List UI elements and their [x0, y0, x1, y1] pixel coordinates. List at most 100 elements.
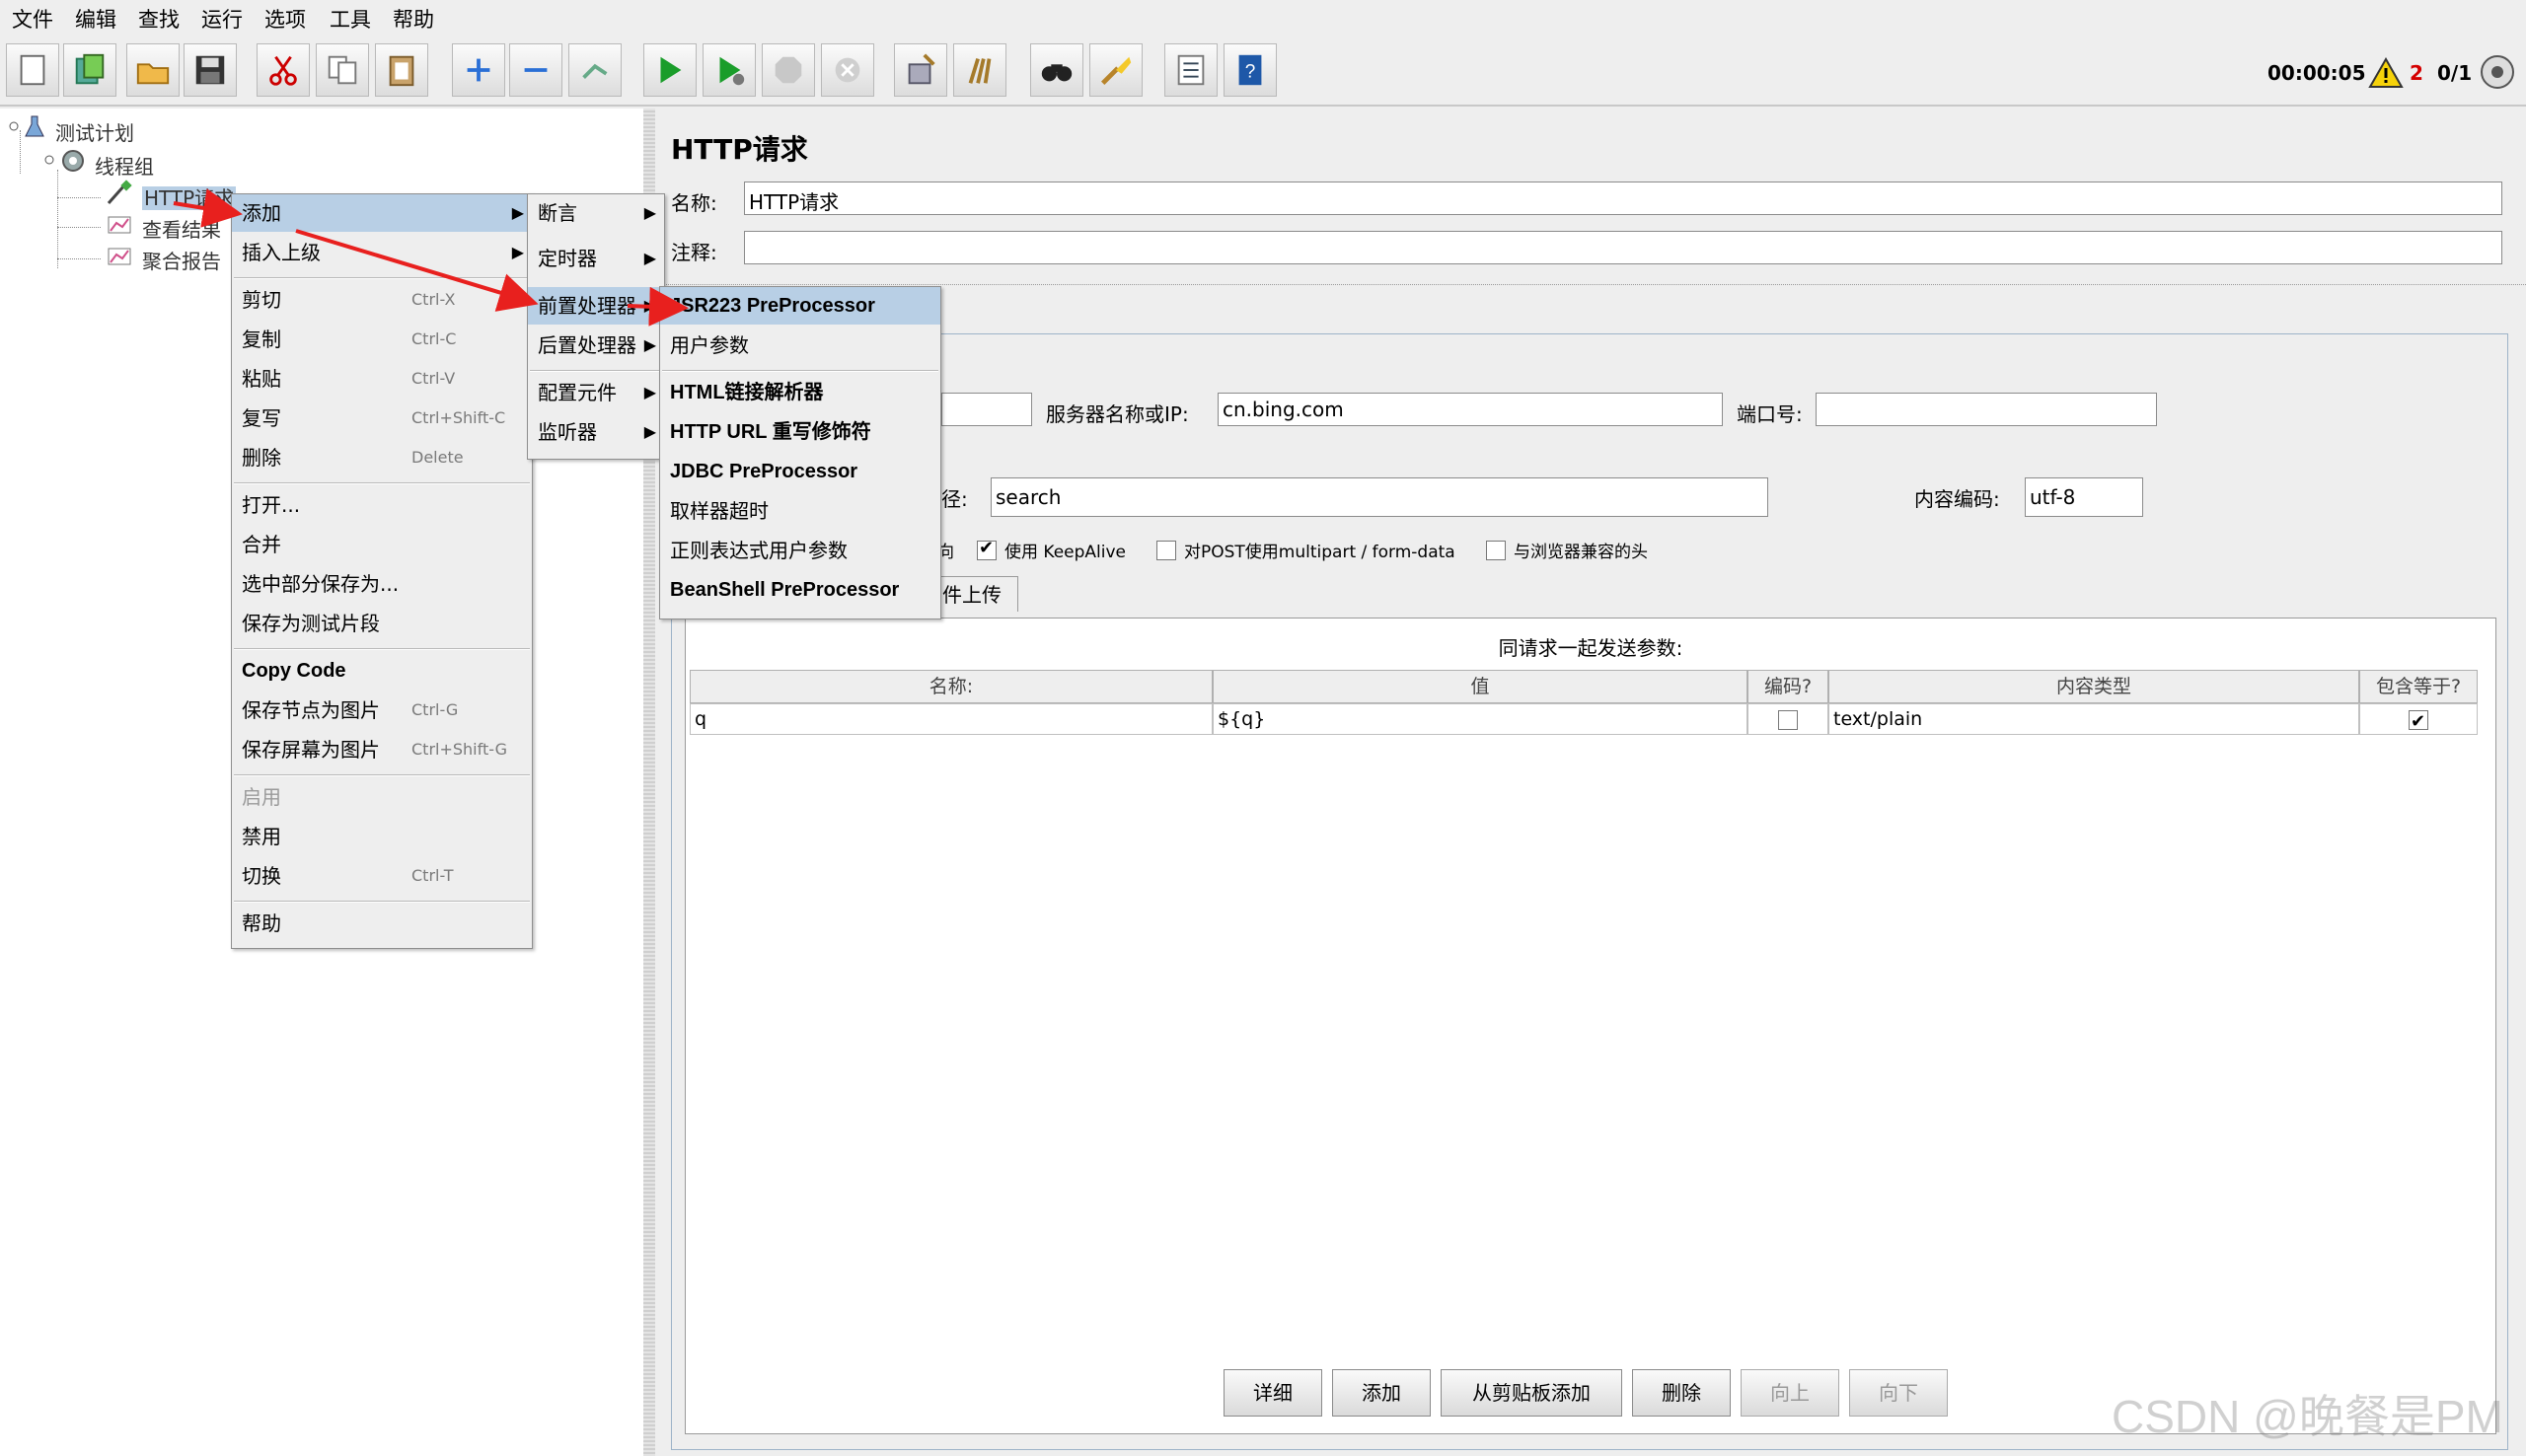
column-header-name[interactable]: 名称:	[690, 670, 1213, 703]
table-cell-name[interactable]: q	[690, 703, 1213, 735]
submenu-item-assertions[interactable]: 断言 ▶	[528, 194, 664, 232]
clear-all-icon[interactable]	[953, 43, 1006, 97]
copy-icon[interactable]	[316, 43, 369, 97]
menu-edit[interactable]: 编辑	[75, 4, 116, 34]
search-icon[interactable]	[1030, 43, 1083, 97]
menu-item-insert-parent[interactable]: 插入上级 ▶	[232, 234, 532, 271]
templates-icon[interactable]	[63, 43, 116, 97]
name-label: 名称:	[671, 191, 717, 215]
menu-search[interactable]: 查找	[138, 4, 180, 34]
tree-node-aggregate-report[interactable]: 聚合报告	[105, 243, 221, 274]
menu-item-help[interactable]: 帮助	[232, 905, 532, 942]
column-header-content-type[interactable]: 内容类型	[1828, 670, 2359, 703]
column-header-include-equals[interactable]: 包含等于?	[2359, 670, 2478, 703]
multipart-option[interactable]: 对POST使用multipart / form-data	[1156, 538, 1455, 562]
menu-item-save-fragment[interactable]: 保存为测试片段	[232, 605, 532, 642]
paste-icon[interactable]	[375, 43, 428, 97]
tab-file-upload[interactable]: 件上传	[929, 576, 1018, 612]
menu-item-copy[interactable]: 复制 Ctrl-C	[232, 321, 532, 358]
menu-item-merge[interactable]: 合并	[232, 526, 532, 563]
path-field[interactable]: search	[991, 477, 1768, 517]
submenu-item-sample-timeout[interactable]: 取样器超时	[660, 492, 940, 530]
submenu-item-jsr223-preprocessor[interactable]: JSR223 PreProcessor	[660, 287, 940, 325]
collapse-icon[interactable]	[509, 43, 562, 97]
menu-item-copy-code[interactable]: Copy Code	[232, 652, 532, 690]
reset-search-icon[interactable]	[1089, 43, 1143, 97]
comment-field[interactable]	[744, 231, 2502, 264]
toggle-icon[interactable]	[568, 43, 622, 97]
menu-item-save-selection[interactable]: 选中部分保存为...	[232, 565, 532, 603]
table-cell-include-equals[interactable]	[2359, 703, 2478, 737]
menu-item-enable[interactable]: 启用	[232, 778, 532, 816]
encode-checkbox[interactable]	[1778, 709, 1798, 730]
warning-count: 2	[2410, 61, 2423, 85]
column-header-encode[interactable]: 编码?	[1747, 670, 1828, 703]
menu-file[interactable]: 文件	[12, 4, 53, 34]
tree-node-test-plan[interactable]: 测试计划	[8, 114, 134, 146]
submenu-item-user-parameters[interactable]: 用户参数	[660, 327, 940, 364]
cut-icon[interactable]	[257, 43, 310, 97]
submenu-item-html-link-parser[interactable]: HTML链接解析器	[660, 374, 940, 411]
detail-button[interactable]: 详细	[1224, 1369, 1322, 1417]
menu-item-add[interactable]: 添加 ▶	[232, 194, 532, 232]
tree-node-thread-group[interactable]: 线程组	[43, 148, 154, 180]
include-equals-checkbox[interactable]	[2409, 707, 2428, 737]
protocol-field[interactable]	[941, 393, 1032, 426]
submenu-item-preprocessors[interactable]: 前置处理器 ▶	[528, 287, 664, 325]
new-icon[interactable]	[6, 43, 59, 97]
move-up-button[interactable]: 向上	[1741, 1369, 1839, 1417]
submenu-item-listeners[interactable]: 监听器 ▶	[528, 413, 664, 451]
menu-item-disable[interactable]: 禁用	[232, 818, 532, 855]
menu-help[interactable]: 帮助	[393, 4, 434, 34]
menu-item-open[interactable]: 打开...	[232, 486, 532, 524]
server-field[interactable]: cn.bing.com	[1218, 393, 1723, 426]
function-helper-icon[interactable]	[1164, 43, 1218, 97]
warning-icon[interactable]	[2368, 57, 2404, 89]
start-no-pause-icon[interactable]	[703, 43, 756, 97]
submenu-item-timers[interactable]: 定时器 ▶	[528, 240, 664, 277]
menu-item-save-screen-image[interactable]: 保存屏幕为图片 Ctrl+Shift-G	[232, 731, 532, 768]
submenu-item-config-elements[interactable]: 配置元件 ▶	[528, 374, 664, 411]
menu-item-toggle[interactable]: 切换 Ctrl-T	[232, 857, 532, 895]
save-icon[interactable]	[184, 43, 237, 97]
add-button[interactable]: 添加	[1332, 1369, 1431, 1417]
browser-headers-option[interactable]: 与浏览器兼容的头	[1486, 538, 1648, 562]
table-cell-content-type[interactable]: text/plain	[1828, 703, 2359, 735]
menu-options[interactable]: 选项	[264, 4, 306, 34]
submenu-item-postprocessors[interactable]: 后置处理器 ▶	[528, 327, 664, 364]
add-from-clipboard-button[interactable]: 从剪贴板添加	[1441, 1369, 1622, 1417]
start-icon[interactable]	[643, 43, 697, 97]
submenu-item-regex-user-parameters[interactable]: 正则表达式用户参数	[660, 532, 940, 569]
menu-item-duplicate[interactable]: 复写 Ctrl+Shift-C	[232, 400, 532, 437]
submenu-item-jdbc-preprocessor[interactable]: JDBC PreProcessor	[660, 453, 940, 490]
browser-headers-checkbox[interactable]	[1486, 540, 1506, 560]
delete-button[interactable]: 删除	[1632, 1369, 1731, 1417]
keepalive-option[interactable]: 使用 KeepAlive	[977, 538, 1126, 562]
menu-tools[interactable]: 工具	[330, 4, 371, 34]
tree-node-http-request[interactable]: HTTP请求	[105, 180, 237, 211]
help-icon[interactable]: ?	[1224, 43, 1277, 97]
column-header-value[interactable]: 值	[1213, 670, 1747, 703]
menu-run[interactable]: 运行	[201, 4, 243, 34]
submenu-item-http-url-rewriting[interactable]: HTTP URL 重写修饰符	[660, 413, 940, 451]
table-cell-value[interactable]: ${q}	[1213, 703, 1747, 735]
clear-icon[interactable]	[894, 43, 947, 97]
move-down-button[interactable]: 向下	[1849, 1369, 1948, 1417]
submenu-item-beanshell-preprocessor[interactable]: BeanShell PreProcessor	[660, 571, 940, 609]
menu-item-cut[interactable]: 剪切 Ctrl-X	[232, 281, 532, 319]
keepalive-checkbox[interactable]	[977, 538, 997, 560]
menu-item-delete[interactable]: 删除 Delete	[232, 439, 532, 476]
expand-icon[interactable]	[452, 43, 505, 97]
menu-item-paste[interactable]: 粘贴 Ctrl-V	[232, 360, 532, 398]
open-icon[interactable]	[126, 43, 180, 97]
shutdown-icon[interactable]	[821, 43, 874, 97]
name-field[interactable]: HTTP请求	[744, 182, 2502, 215]
tree-node-view-results[interactable]: 查看结果	[105, 211, 221, 243]
stop-icon[interactable]	[762, 43, 815, 97]
menu-item-save-node-image[interactable]: 保存节点为图片 Ctrl-G	[232, 692, 532, 729]
port-field[interactable]	[1816, 393, 2157, 426]
table-cell-encode[interactable]	[1747, 703, 1828, 735]
remote-status-icon	[2481, 55, 2514, 89]
multipart-checkbox[interactable]	[1156, 540, 1176, 560]
encoding-field[interactable]: utf-8	[2025, 477, 2143, 517]
